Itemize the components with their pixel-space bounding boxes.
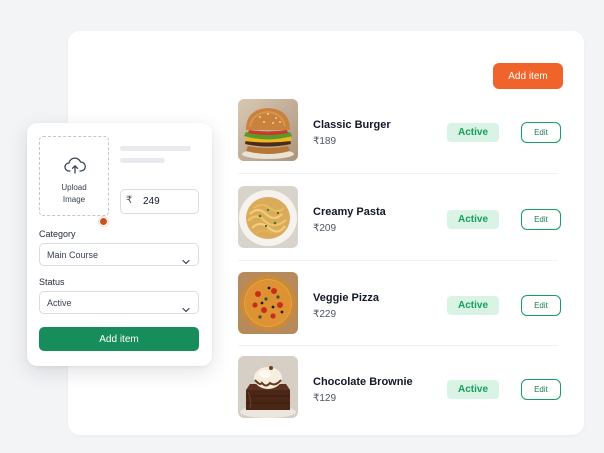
add-item-button[interactable]: Add item xyxy=(493,63,563,89)
menu-row: Veggie Pizza ₹229 Active Edit xyxy=(238,272,561,334)
upload-label-line2: Image xyxy=(62,195,86,204)
chevron-down-icon xyxy=(182,252,190,270)
status-badge: Active xyxy=(447,380,499,399)
edit-button[interactable]: Edit xyxy=(521,122,561,143)
upload-label: Upload Image xyxy=(40,182,108,206)
item-price: ₹189 xyxy=(313,136,337,147)
status-badge: Active xyxy=(447,296,499,315)
edit-button[interactable]: Edit xyxy=(521,379,561,400)
price-value: 249 xyxy=(143,196,160,207)
pasta-image xyxy=(238,186,298,248)
status-value: Active xyxy=(47,298,72,308)
chevron-down-icon xyxy=(182,300,190,318)
item-price: ₹129 xyxy=(313,393,337,404)
submit-add-item-button[interactable]: Add item xyxy=(39,327,199,351)
pizza-image xyxy=(238,272,298,334)
category-select[interactable]: Main Course xyxy=(39,243,199,266)
item-price: ₹209 xyxy=(313,223,337,234)
price-input[interactable]: ₹ 249 xyxy=(120,189,199,214)
row-divider xyxy=(238,173,558,174)
upload-label-line1: Upload xyxy=(61,183,87,192)
edit-button[interactable]: Edit xyxy=(521,209,561,230)
skeleton-line xyxy=(120,158,165,163)
category-label: Category xyxy=(39,229,76,239)
menu-row: Creamy Pasta ₹209 Active Edit xyxy=(238,186,561,248)
status-select[interactable]: Active xyxy=(39,291,199,314)
row-divider xyxy=(238,260,558,261)
brownie-image xyxy=(238,356,298,418)
category-value: Main Course xyxy=(47,250,99,260)
cloud-upload-icon xyxy=(64,157,86,180)
status-badge: Active xyxy=(447,210,499,229)
item-name: Chocolate Brownie xyxy=(313,376,413,388)
item-name: Creamy Pasta xyxy=(313,206,386,218)
item-price: ₹229 xyxy=(313,309,337,320)
item-name: Classic Burger xyxy=(313,119,391,131)
rupee-icon: ₹ xyxy=(126,195,133,206)
edit-button[interactable]: Edit xyxy=(521,295,561,316)
status-label: Status xyxy=(39,277,65,287)
burger-image xyxy=(238,99,298,161)
add-item-form: Upload Image ₹ 249 Category Main Course … xyxy=(27,123,212,366)
menu-row: Classic Burger ₹189 Active Edit xyxy=(238,99,561,161)
menu-row: Chocolate Brownie ₹129 Active Edit xyxy=(238,356,561,418)
cursor-pin-icon xyxy=(99,217,108,226)
skeleton-line xyxy=(120,146,191,151)
row-divider xyxy=(238,345,558,346)
item-name: Veggie Pizza xyxy=(313,292,380,304)
image-upload-dropzone[interactable]: Upload Image xyxy=(39,136,109,216)
status-badge: Active xyxy=(447,123,499,142)
